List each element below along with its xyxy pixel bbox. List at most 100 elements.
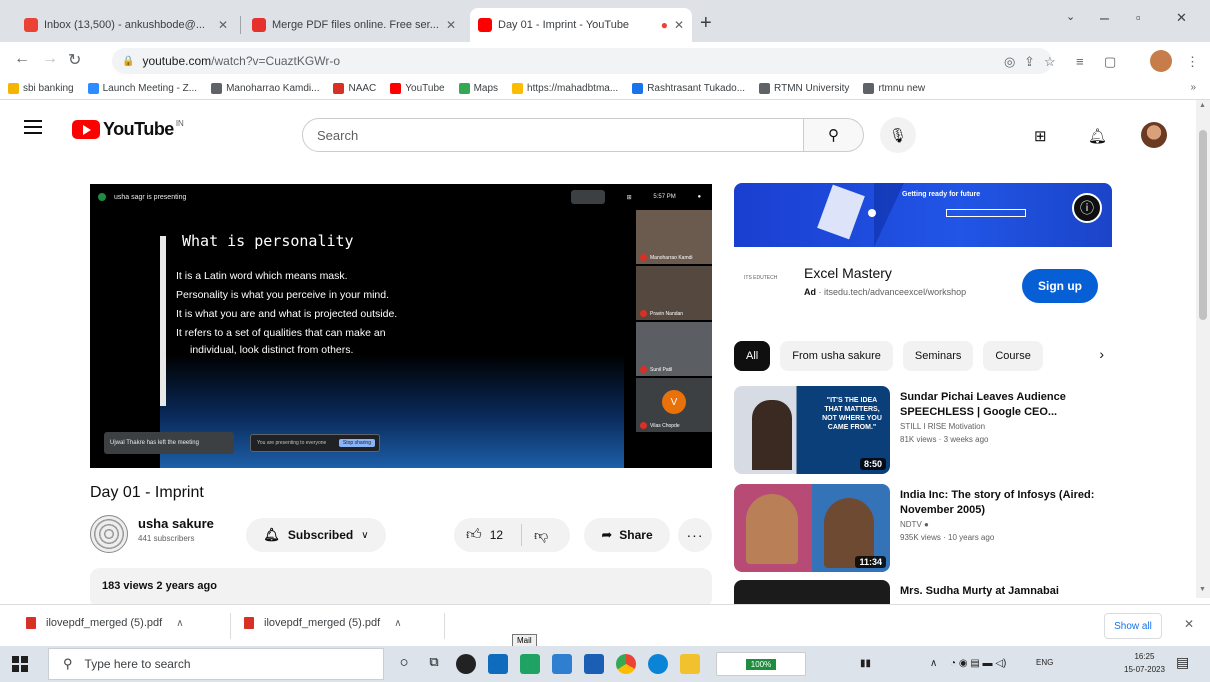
subscribed-label: Subscribed <box>287 528 354 542</box>
show-all-downloads-button[interactable]: Show all <box>1104 613 1162 639</box>
browser-profile-avatar[interactable] <box>1150 50 1172 72</box>
minimize-button[interactable]: – <box>1100 10 1109 28</box>
app-l-icon[interactable] <box>520 654 540 674</box>
taskbar-search-input[interactable]: ⚲ Type here to search <box>48 648 384 680</box>
search-input[interactable]: Search <box>302 118 804 152</box>
bookmark-item[interactable]: Manoharrao Kamdi... <box>211 83 319 94</box>
channel-avatar[interactable] <box>90 515 128 553</box>
bookmark-item[interactable]: RTMN University <box>759 83 849 94</box>
dislike-icon[interactable]: 👎︎ <box>534 527 548 544</box>
filter-chip[interactable]: All <box>734 341 771 371</box>
bookmark-item[interactable]: NAAC <box>333 83 376 94</box>
app-icon[interactable] <box>552 654 572 674</box>
video-thumbnail[interactable] <box>734 580 890 604</box>
recommendation-item[interactable]: Mrs. Sudha Murty at Jamnabai <box>734 580 1110 604</box>
recommendation-item[interactable]: 11:34 India Inc: The story of Infosys (A… <box>734 484 1110 576</box>
tray-icons[interactable]: ◔ ◉ ▤ ▬ ◁) <box>950 658 1006 669</box>
voice-search-button[interactable]: 🎙 <box>880 117 916 153</box>
close-tab-icon[interactable]: ✕ <box>674 18 684 32</box>
download-item[interactable]: ilovepdf_merged (5).pdf ∧ <box>26 617 184 629</box>
maximize-button[interactable]: ▫ <box>1136 10 1141 25</box>
language-indicator[interactable]: ENG <box>1036 658 1053 667</box>
side-panel-icon[interactable]: ▢ <box>1104 54 1116 70</box>
close-tab-icon[interactable]: ✕ <box>218 18 228 32</box>
audio-icon[interactable]: ● <box>661 18 668 32</box>
filter-chip[interactable]: Seminars <box>902 341 974 371</box>
recommendation-item[interactable]: "IT'S THE IDEA THAT MATTERS, NOT WHERE Y… <box>734 386 1110 478</box>
channel-name[interactable]: usha sakure <box>138 516 214 531</box>
clock[interactable]: 16:25 15-07-2023 <box>1124 650 1165 676</box>
tray-overflow-icon[interactable]: ∧ <box>930 658 937 669</box>
edge-icon[interactable] <box>648 654 668 674</box>
sign-up-button[interactable]: Sign up <box>1022 269 1098 303</box>
like-icon[interactable]: 👍︎ <box>466 526 482 544</box>
app-icon[interactable]: ▮▮ <box>860 658 871 669</box>
bookmark-item[interactable]: Launch Meeting - Z... <box>87 83 197 94</box>
ad-title[interactable]: Excel Mastery <box>804 265 892 281</box>
close-shelf-icon[interactable]: ✕ <box>1184 617 1194 631</box>
filter-chip[interactable]: From usha sakure <box>780 341 893 371</box>
cortana-icon[interactable]: ○ <box>394 654 414 674</box>
bookmark-favicon-icon <box>632 83 644 94</box>
bookmark-star-icon[interactable]: ☆ <box>1044 54 1056 70</box>
youtube-logo[interactable]: YouTube IN <box>72 119 184 140</box>
bookmark-item[interactable]: YouTube <box>390 83 445 94</box>
tab-gmail[interactable]: Inbox (13,500) - ankushbode@... ✕ <box>16 8 236 42</box>
share-button[interactable]: ➦ Share <box>584 518 670 552</box>
page-scrollbar[interactable]: ▲ ▼ <box>1196 100 1210 598</box>
address-bar[interactable]: 🔒 youtube.com/watch?v=CuaztKGWr-o <box>112 48 1052 74</box>
download-item[interactable]: ilovepdf_merged (5).pdf ∧ <box>244 617 402 629</box>
windows-start-icon[interactable] <box>12 656 28 672</box>
close-tab-icon[interactable]: ✕ <box>446 18 456 32</box>
bookmark-item[interactable]: Rashtrasant Tukado... <box>632 83 745 94</box>
scroll-down-arrow-icon[interactable]: ▼ <box>1199 586 1206 593</box>
app-icon[interactable] <box>584 654 604 674</box>
bookmark-item[interactable]: Maps <box>458 83 498 94</box>
notifications-bell-icon[interactable]: 🔔︎ <box>1088 127 1107 145</box>
menu-icon[interactable] <box>24 120 42 134</box>
notification-center-icon[interactable]: ▤ <box>1176 654 1189 671</box>
chrome-icon[interactable] <box>616 654 636 674</box>
new-tab-button[interactable]: + <box>700 12 712 35</box>
chevron-right-icon[interactable]: › <box>1099 346 1104 362</box>
forward-icon[interactable]: → <box>42 50 58 68</box>
reload-icon[interactable]: ↻ <box>68 50 81 70</box>
mail-icon[interactable] <box>488 654 508 674</box>
subscribed-button[interactable]: 🔔︎ Subscribed ∨ <box>246 518 386 552</box>
account-avatar[interactable] <box>1141 122 1167 148</box>
create-video-icon[interactable]: ⊞ <box>1034 127 1047 145</box>
back-icon[interactable]: ← <box>14 50 30 68</box>
chrome-menu-icon[interactable]: ⋮ <box>1186 54 1199 70</box>
close-window-button[interactable]: ✕ <box>1176 10 1187 26</box>
reading-list-icon[interactable]: ≡ <box>1076 54 1084 69</box>
tab-search-icon[interactable]: ⌄ <box>1066 10 1075 23</box>
url-path: /watch?v=CuaztKGWr-o <box>211 54 340 68</box>
ad-banner[interactable]: Getting ready for future ⓘ <box>734 183 1112 247</box>
share-page-icon[interactable]: ⇪ <box>1024 54 1035 70</box>
scroll-up-arrow-icon[interactable]: ▲ <box>1199 102 1206 109</box>
chevron-up-icon[interactable]: ∧ <box>176 618 183 629</box>
file-explorer-icon[interactable] <box>680 654 700 674</box>
bookmark-item[interactable]: https://mahadbtma... <box>512 83 618 94</box>
google-lens-icon[interactable]: ◎ <box>1004 54 1015 70</box>
ad-info-icon[interactable]: ⓘ <box>1072 193 1102 223</box>
bookmark-item[interactable]: rtmnu new <box>863 83 925 94</box>
video-thumbnail[interactable]: "IT'S THE IDEA THAT MATTERS, NOT WHERE Y… <box>734 386 890 474</box>
battery-widget[interactable]: 100% <box>716 652 806 676</box>
video-thumbnail[interactable]: 11:34 <box>734 484 890 572</box>
search-button[interactable]: ⚲ <box>804 118 864 152</box>
filter-chip[interactable]: Course <box>983 341 1043 371</box>
app-icon[interactable] <box>456 654 476 674</box>
tab-merge-pdf[interactable]: Merge PDF files online. Free ser... ✕ <box>244 8 464 42</box>
stop-sharing-label: Stop sharing <box>338 439 375 447</box>
bookmarks-overflow-button[interactable]: » <box>1190 82 1196 93</box>
more-actions-button[interactable]: ··· <box>678 518 712 552</box>
video-player[interactable]: usha sagr is presenting ⊞ 5:57 PM ● What… <box>90 184 712 468</box>
task-view-icon[interactable]: ⧉ <box>424 654 444 674</box>
description-box[interactable]: 183 views 2 years ago <box>90 568 712 608</box>
bookmark-item[interactable]: sbi banking <box>8 83 74 94</box>
tab-youtube[interactable]: Day 01 - Imprint - YouTube ● ✕ <box>470 8 692 42</box>
scrollbar-thumb[interactable] <box>1199 130 1207 320</box>
chevron-up-icon[interactable]: ∧ <box>394 618 401 629</box>
more-horizontal-icon: ··· <box>686 527 704 543</box>
